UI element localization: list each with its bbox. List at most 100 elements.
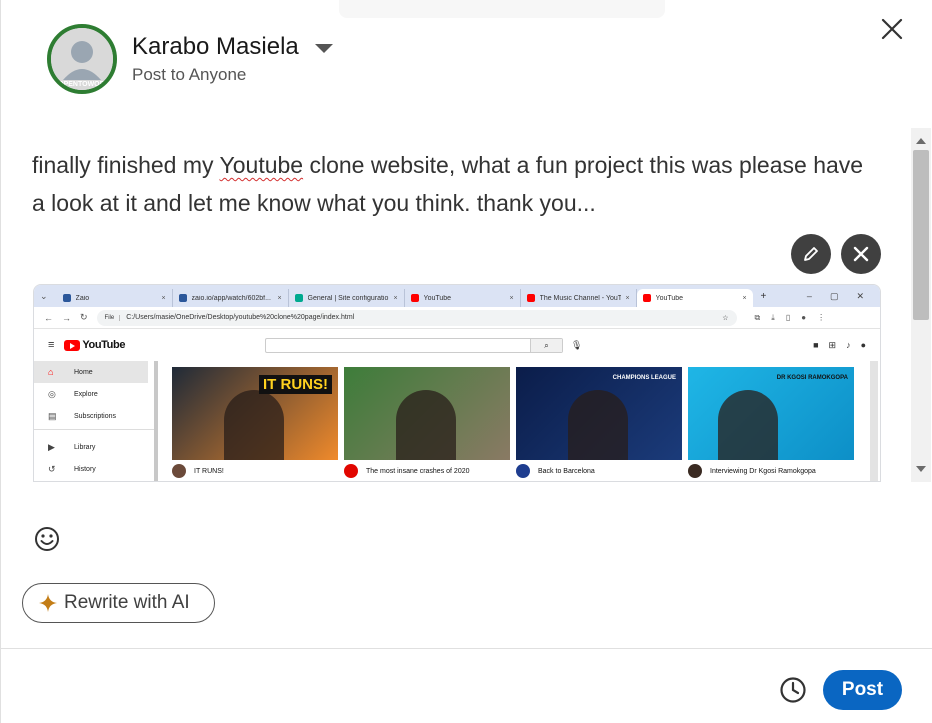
yt-video-grid: IT RUNS! IT RUNS! The most insane crashes …	[172, 367, 872, 481]
open-to-work-badge: #OPENTOWORK	[54, 81, 110, 88]
browser-tab-bar: ⌄ Zaio × zaio.io/app/watch/602bf... × Genera…	[34, 285, 880, 307]
misspelled-word[interactable]: Youtube	[220, 152, 304, 178]
thumbnail-figure	[718, 390, 778, 460]
tab-search-icon: ⌄	[40, 290, 48, 301]
sidebar-item-label: Explore	[74, 390, 98, 398]
tab-favicon-icon	[294, 294, 303, 302]
audience-label[interactable]: Post to Anyone	[132, 65, 246, 85]
sparkle-icon	[39, 594, 57, 612]
sidebar-item-label: History	[74, 465, 96, 473]
thumbnail-text: IT RUNS!	[259, 375, 332, 394]
post-text-part: finally finished my	[32, 152, 220, 178]
sidebar-item-icon: ⌂	[48, 367, 54, 377]
tab-label: General | Site configuratio	[307, 294, 389, 302]
new-tab-icon: +	[760, 290, 767, 302]
browser-address-bar: ← → ↻ File C:/Users/masie/OneDrive/Deskt…	[34, 307, 880, 329]
author-selector[interactable]: Karabo Masiela	[132, 33, 333, 61]
tab-close-icon: ×	[277, 294, 282, 302]
video-thumbnail: IT RUNS!	[172, 367, 338, 460]
bell-icon: ♪	[846, 339, 851, 350]
video-thumbnail: CHAMPIONS LEAGUE	[516, 367, 682, 460]
editor-scrollbar[interactable]	[911, 128, 931, 482]
sidepanel-icon: ▯	[785, 312, 791, 322]
rewrite-with-ai-button[interactable]: Rewrite with AI	[22, 583, 215, 623]
tab-favicon-icon	[62, 294, 71, 302]
post-editor-scroll-area[interactable]: finally finished my Youtube clone websit…	[1, 128, 932, 482]
rewrite-label: Rewrite with AI	[64, 592, 190, 613]
close-button[interactable]	[875, 12, 909, 46]
tab-favicon-icon	[526, 294, 535, 302]
channel-avatar	[344, 464, 358, 478]
video-title: Back to Barcelona	[538, 467, 595, 475]
channel-avatar	[172, 464, 186, 478]
mic-icon: 🎙	[571, 339, 583, 350]
tab-favicon-icon	[410, 294, 419, 302]
url-text: C:/Users/masie/OneDrive/Desktop/youtube%…	[126, 314, 355, 321]
tab-close-icon: ×	[742, 294, 747, 302]
profile-icon: ●	[801, 312, 807, 322]
yt-logo: YouTube	[64, 339, 125, 351]
tab-close-icon: ×	[625, 294, 630, 302]
yt-header-icons: ■ ⊞ ♪ ●	[813, 340, 866, 351]
scroll-down-icon[interactable]	[916, 466, 926, 472]
video-title: Interviewing Dr Kgosi Ramokgopa	[710, 467, 816, 475]
search-icon: ⌕	[530, 338, 563, 352]
window-close-icon: ✕	[856, 290, 864, 301]
browser-tab: Zaio ×	[57, 289, 173, 307]
apps-icon: ⊞	[828, 339, 837, 350]
yt-video-card: CHAMPIONS LEAGUE Back to Barcelona	[516, 367, 682, 478]
video-meta: Interviewing Dr Kgosi Ramokgopa	[688, 464, 854, 478]
caret-down-icon	[314, 43, 333, 53]
thumbnail-figure	[396, 390, 456, 460]
yt-video-card: DR KGOSI RAMOKGOPA Interviewing Dr Kgosi …	[688, 367, 854, 478]
yt-video-card: The most insane crashes of 2020	[344, 367, 510, 478]
scroll-up-icon[interactable]	[916, 138, 926, 144]
star-icon: ☆	[722, 314, 729, 322]
video-title: IT RUNS!	[194, 467, 224, 475]
yt-header: ≡ YouTube ⌕ 🎙 ■ ⊞ ♪ ●	[34, 329, 880, 361]
yt-sidebar-item: ▶ Library	[34, 436, 154, 458]
yt-sidebar-item: ↺ History	[34, 458, 154, 480]
tab-label: zaio.io/app/watch/602bf...	[191, 294, 271, 302]
tab-close-icon: ×	[161, 294, 166, 302]
yt-sidebar-item: ▤ Subscriptions	[34, 405, 154, 427]
tab-close-icon: ×	[393, 294, 398, 302]
tab-label: YouTube	[655, 294, 684, 302]
video-meta: IT RUNS!	[172, 464, 338, 478]
window-controls: – ▢ ✕	[807, 291, 880, 302]
top-edge-shadow	[339, 0, 665, 18]
sidebar-item-label: Library	[74, 443, 96, 451]
video-title: The most insane crashes of 2020	[366, 467, 470, 475]
thumbnail-figure	[568, 390, 628, 460]
close-icon	[881, 18, 903, 40]
video-thumbnail	[344, 367, 510, 460]
remove-media-button[interactable]	[841, 234, 881, 274]
post-text-editor[interactable]: finally finished my Youtube clone websit…	[32, 146, 882, 222]
browser-tab: zaio.io/app/watch/602bf... ×	[173, 289, 289, 307]
yt-body: ⌂ Home ◎ Explore ▤ Subscriptions ▶ Library ↺ Hist…	[34, 361, 880, 481]
sidebar-item-label: Home	[74, 368, 93, 376]
thumbnail-text: DR KGOSI RAMOKGOPA	[776, 375, 848, 381]
sidebar-item-icon: ◎	[48, 388, 56, 399]
post-button[interactable]: Post	[823, 670, 902, 710]
yt-search-box: ⌕	[265, 337, 564, 353]
channel-avatar	[516, 464, 530, 478]
browser-tab: YouTube ×	[405, 289, 521, 307]
clock-icon	[780, 677, 806, 703]
smiley-icon	[35, 527, 59, 551]
browser-tab: General | Site configuratio ×	[289, 289, 405, 307]
schedule-post-button[interactable]	[778, 675, 808, 705]
emoji-button[interactable]	[33, 525, 61, 553]
download-icon: ⤓	[771, 312, 775, 322]
author-name: Karabo Masiela	[132, 33, 299, 60]
yt-sidebar-item: ⌂ Home	[34, 361, 148, 383]
scroll-thumb[interactable]	[913, 150, 929, 320]
sidebar-item-icon: ▤	[48, 410, 57, 421]
browser-toolbar-icons: ⧉ ⤓ ▯ ● ⋮	[755, 313, 826, 323]
yt-play-icon	[64, 339, 81, 351]
extensions-icon: ⧉	[754, 312, 761, 322]
tab-label: The Music Channel - YouTu	[539, 294, 622, 302]
yt-scrollbar	[870, 361, 878, 481]
minimize-icon: –	[806, 290, 812, 301]
edit-media-button[interactable]	[791, 234, 831, 274]
